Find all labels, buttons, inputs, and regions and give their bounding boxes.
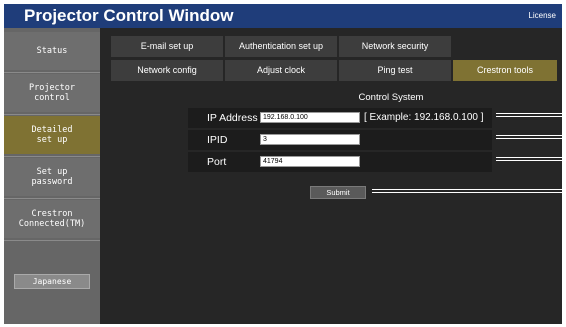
divider-line <box>496 113 562 117</box>
sidebar-item-status[interactable]: Status <box>4 32 100 70</box>
divider-line <box>372 189 562 193</box>
main-panel: E-mail set up Authentication set up Netw… <box>100 28 562 324</box>
port-input[interactable] <box>260 156 360 167</box>
control-system-title: Control System <box>100 92 562 104</box>
sidebar-item-detailed-set-up[interactable]: Detailed set up <box>4 116 100 154</box>
ip-address-row: IP Address [ Example: 192.168.0.100 ] <box>188 108 492 128</box>
ip-address-input[interactable] <box>260 112 360 123</box>
tab-adjust-clock[interactable]: Adjust clock <box>225 60 337 81</box>
ipid-row: IPID <box>188 130 492 150</box>
sidebar-item-crestron-connected[interactable]: Crestron Connected(TM) <box>4 200 100 238</box>
divider-line <box>496 157 562 161</box>
port-label: Port <box>207 156 227 168</box>
window-title: Projector Control Window <box>24 6 234 25</box>
sidebar: Status Projector control Detailed set up… <box>4 28 100 324</box>
tab-network-config[interactable]: Network config <box>111 60 223 81</box>
ip-address-example: [ Example: 192.168.0.100 ] <box>364 112 484 123</box>
divider-line <box>496 135 562 139</box>
tab-ping-test[interactable]: Ping test <box>339 60 451 81</box>
projector-control-window: Projector Control Window License Status … <box>4 4 562 324</box>
ipid-input[interactable] <box>260 134 360 145</box>
tab-crestron-tools[interactable]: Crestron tools <box>453 60 557 81</box>
sidebar-divider <box>4 72 100 73</box>
control-system-heading: Control System <box>358 92 424 103</box>
tab-authentication-set-up[interactable]: Authentication set up <box>225 36 337 57</box>
sidebar-divider <box>4 114 100 115</box>
license-link[interactable]: License <box>528 10 556 22</box>
tab-email-set-up[interactable]: E-mail set up <box>111 36 223 57</box>
ipid-label: IPID <box>207 134 228 146</box>
sidebar-item-set-up-password[interactable]: Set up password <box>4 158 100 196</box>
sidebar-item-projector-control[interactable]: Projector control <box>4 74 100 112</box>
sidebar-divider <box>4 240 100 241</box>
port-row: Port <box>188 152 492 172</box>
ip-address-label: IP Address <box>207 112 258 124</box>
japanese-language-button[interactable]: Japanese <box>14 274 90 289</box>
title-bar: Projector Control Window License <box>4 4 562 28</box>
tab-network-security[interactable]: Network security <box>339 36 451 57</box>
sidebar-divider <box>4 156 100 157</box>
submit-button[interactable]: Submit <box>310 186 366 199</box>
sidebar-divider <box>4 198 100 199</box>
